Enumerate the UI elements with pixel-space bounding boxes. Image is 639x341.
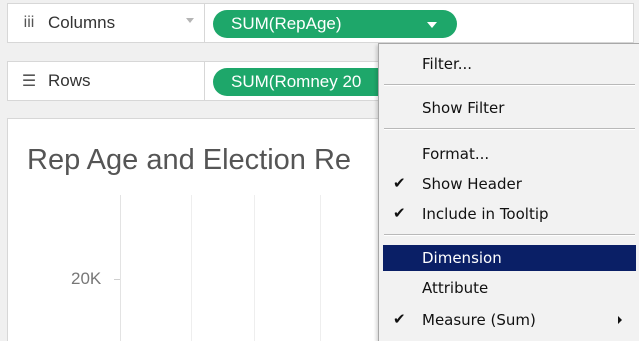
pill-context-menu: Filter... Show Filter Format... ✔ Show H… xyxy=(378,43,639,341)
columns-shelf: iii Columns SUM(RepAge) xyxy=(7,3,634,43)
y-axis-tick-label: 20K xyxy=(71,269,102,288)
rows-pill-label: SUM(Romney 20 xyxy=(231,72,362,91)
menu-item-measure-sum[interactable]: ✔ Measure (Sum) xyxy=(383,307,636,333)
viz-title[interactable]: Rep Age and Election Re xyxy=(27,144,351,177)
columns-icon: iii xyxy=(23,14,35,31)
menu-item-show-filter[interactable]: Show Filter xyxy=(383,95,636,121)
checkmark-icon: ✔ xyxy=(393,174,406,192)
y-tick-mark xyxy=(114,279,120,280)
gridline xyxy=(254,195,255,341)
gridline xyxy=(320,195,321,341)
menu-separator xyxy=(384,84,635,86)
pill-dropdown-icon[interactable] xyxy=(427,22,437,28)
gridline xyxy=(191,195,192,341)
columns-shelf-label[interactable]: iii Columns xyxy=(8,4,205,42)
columns-label-text: Columns xyxy=(48,13,116,32)
rows-label-text: Rows xyxy=(48,71,91,90)
columns-pill-sum-repage[interactable]: SUM(RepAge) xyxy=(213,10,457,38)
menu-separator xyxy=(384,128,635,130)
menu-item-show-header[interactable]: ✔ Show Header xyxy=(383,171,636,197)
checkmark-icon: ✔ xyxy=(393,204,406,222)
menu-item-format[interactable]: Format... xyxy=(383,141,636,167)
menu-item-filter[interactable]: Filter... xyxy=(383,51,636,77)
checkmark-icon: ✔ xyxy=(393,310,406,328)
columns-pill-label: SUM(RepAge) xyxy=(231,14,342,33)
menu-item-include-in-tooltip[interactable]: ✔ Include in Tooltip xyxy=(383,201,636,227)
menu-item-dimension[interactable]: Dimension xyxy=(383,245,636,271)
menu-item-attribute[interactable]: Attribute xyxy=(383,275,636,301)
rows-icon: ☰ xyxy=(21,73,37,90)
submenu-arrow-icon xyxy=(618,316,622,324)
rows-shelf-label[interactable]: ☰ Rows xyxy=(8,62,205,100)
y-axis-line xyxy=(120,195,121,341)
menu-separator xyxy=(384,234,635,236)
chevron-down-icon[interactable] xyxy=(186,18,194,23)
